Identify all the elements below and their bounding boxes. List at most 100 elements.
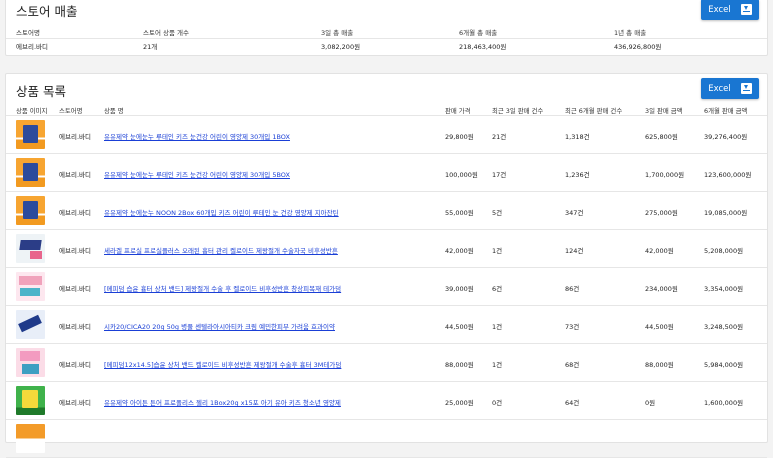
store-name: 에브리.바디 xyxy=(16,43,48,51)
product-thumbnail xyxy=(16,424,45,453)
header-store-name: 스토어명 xyxy=(59,107,83,115)
excel-label: Excel xyxy=(708,83,731,94)
product-list-card: 상품 목록 Excel 상품 이미지 스토어명 상품 명 판매 가격 최근 3일… xyxy=(5,73,768,458)
table-row: 에브리.바디 시카20/CICA20 20g 50g 병풀 센텔라아시아티카 크림… xyxy=(6,306,767,344)
store-sales-header: 스토어명 스토어 상품 개수 3일 총 매출 6개월 총 매출 1년 총 매출 xyxy=(6,27,767,39)
row-store-name: 에브리.바디 xyxy=(59,171,91,179)
row-store-name: 에브리.바디 xyxy=(59,323,91,331)
thumbnail-shape xyxy=(23,125,38,143)
row-sales-3d: 1건 xyxy=(492,361,503,369)
row-sales-6m: 73건 xyxy=(565,323,580,331)
header-product-image: 상품 이미지 xyxy=(16,107,48,115)
product-name-link[interactable]: 유유제약 눈에눈누 루테인 키즈 눈건강 어린이 영양제 30개입 5BOX xyxy=(104,169,290,179)
row-store-name: 에브리.바디 xyxy=(59,361,91,369)
row-sales-3d: 5건 xyxy=(492,209,503,217)
row-price: 44,500원 xyxy=(445,323,474,331)
row-store-name: 에브리.바디 xyxy=(59,285,91,293)
row-price: 42,000원 xyxy=(445,247,474,255)
header-product-count: 스토어 상품 개수 xyxy=(143,29,189,37)
table-row: 에브리.바디 유유제약 아이튼 튼어 프로폴리스 젤리 1Box20g x15포 … xyxy=(6,382,767,420)
thumbnail-shape xyxy=(22,364,39,374)
thumbnail-shape xyxy=(18,314,42,333)
thumbnail-shape xyxy=(30,251,42,259)
thumbnail-shape xyxy=(20,351,40,361)
row-sales-6m: 1,318건 xyxy=(565,133,590,141)
product-thumbnail xyxy=(16,272,45,301)
row-sales-3d: 1건 xyxy=(492,323,503,331)
row-amount-6m: 39,276,400원 xyxy=(704,133,748,141)
store-sales-title: 스토어 매출 xyxy=(16,4,78,19)
product-thumbnail xyxy=(16,158,45,187)
row-amount-3d: 1,700,000원 xyxy=(645,171,685,179)
table-row: 에브리.바디 유유제약 눈에눈누 루테인 키즈 눈건강 어린이 영양제 30개입 … xyxy=(6,154,767,192)
table-row: 에브리.바디 유유제약 눈에눈누 NOON 2Box 60개입 키즈 어린이 루테… xyxy=(6,192,767,230)
row-price: 100,000원 xyxy=(445,171,478,179)
row-sales-3d: 6건 xyxy=(492,285,503,293)
row-store-name: 에브리.바디 xyxy=(59,399,91,407)
product-name-link[interactable]: [메피덤12x14.5]습윤 상처 밴드 켈로이드 비후성반흔 제왕절개 수술후… xyxy=(104,359,341,369)
thumbnail-shape xyxy=(23,201,38,219)
row-price: 88,000원 xyxy=(445,361,474,369)
row-amount-3d: 0원 xyxy=(645,399,656,407)
header-product-name: 상품 명 xyxy=(104,107,124,115)
product-thumbnail xyxy=(16,196,45,225)
row-price: 29,800원 xyxy=(445,133,474,141)
row-amount-3d: 625,800원 xyxy=(645,133,678,141)
header-1y-sales: 1년 총 매출 xyxy=(614,29,647,37)
store-sales-row: 에브리.바디 21개 3,082,200원 218,463,400원 436,9… xyxy=(6,41,767,53)
download-icon xyxy=(740,4,752,15)
product-thumbnail xyxy=(16,310,45,339)
store-sales-excel-button[interactable]: Excel xyxy=(701,0,759,20)
table-row: 에브리.바디 [메피덤 습윤 흉터 상처 밴드] 제왕절개 수술 후 켈로이드 비… xyxy=(6,268,767,306)
table-row: 에브리.바디 [메피덤12x14.5]습윤 상처 밴드 켈로이드 비후성반흔 제왕… xyxy=(6,344,767,382)
row-amount-3d: 44,500원 xyxy=(645,323,674,331)
product-name-link[interactable]: 시카20/CICA20 20g 50g 병풀 센텔라아시아티카 크림 예민한피부… xyxy=(104,321,335,331)
header-price: 판매 가격 xyxy=(445,107,471,115)
product-name-link[interactable]: 유유제약 눈에눈누 NOON 2Box 60개입 키즈 어린이 루테인 눈 건강… xyxy=(104,207,339,217)
row-sales-6m: 64건 xyxy=(565,399,580,407)
thumbnail-shape xyxy=(22,390,38,408)
product-list-excel-button[interactable]: Excel xyxy=(701,78,759,99)
row-sales-6m: 347건 xyxy=(565,209,584,217)
product-name-link[interactable]: 유유제약 아이튼 튼어 프로폴리스 젤리 1Box20g x15포 아기 유아 … xyxy=(104,397,341,407)
product-name-link[interactable]: [메피덤 습윤 흉터 상처 밴드] 제왕절개 수술 후 켈로이드 비후성반흔 창… xyxy=(104,283,341,293)
product-name-link[interactable]: 세라겔 프로실 프로실플러스 오래된 흉터 관리 켈로이드 제왕절개 수술자국 … xyxy=(104,245,338,255)
header-sales-3d: 최근 3일 판매 건수 xyxy=(492,107,544,115)
row-store-name: 에브리.바디 xyxy=(59,247,91,255)
thumbnail-shape xyxy=(20,288,40,296)
header-amount-6m: 6개월 판매 금액 xyxy=(704,107,748,115)
row-sales-6m: 124건 xyxy=(565,247,584,255)
row-sales-3d: 0건 xyxy=(492,399,503,407)
row-amount-6m: 123,600,000원 xyxy=(704,171,752,179)
row-sales-3d: 1건 xyxy=(492,247,503,255)
row-amount-3d: 88,000원 xyxy=(645,361,674,369)
row-store-name: 에브리.바디 xyxy=(59,133,91,141)
row-sales-6m: 68건 xyxy=(565,361,580,369)
row-amount-6m: 1,600,000원 xyxy=(704,399,744,407)
row-amount-3d: 42,000원 xyxy=(645,247,674,255)
download-icon xyxy=(740,83,752,94)
row-price: 25,000원 xyxy=(445,399,474,407)
product-name-link[interactable]: 유유제약 눈에눈누 루테인 키즈 눈건강 어린이 영양제 30개입 1BOX xyxy=(104,131,290,141)
row-price: 39,000원 xyxy=(445,285,474,293)
product-thumbnail xyxy=(16,234,45,263)
table-row: 에브리.바디 세라겔 프로실 프로실플러스 오래된 흉터 관리 켈로이드 제왕절개… xyxy=(6,230,767,268)
row-amount-6m: 5,984,000원 xyxy=(704,361,744,369)
sales-3d: 3,082,200원 xyxy=(321,43,361,51)
row-amount-3d: 234,000원 xyxy=(645,285,678,293)
row-store-name: 에브리.바디 xyxy=(59,209,91,217)
product-thumbnail xyxy=(16,386,45,415)
row-sales-3d: 17건 xyxy=(492,171,507,179)
header-3d-sales: 3일 총 매출 xyxy=(321,29,354,37)
product-thumbnail xyxy=(16,348,45,377)
header-store-name: 스토어명 xyxy=(16,29,40,37)
row-sales-3d: 21건 xyxy=(492,133,507,141)
row-amount-3d: 275,000원 xyxy=(645,209,678,217)
table-row-partial xyxy=(6,420,767,458)
sales-6m: 218,463,400원 xyxy=(459,43,507,51)
row-price: 55,000원 xyxy=(445,209,474,217)
row-sales-6m: 1,236건 xyxy=(565,171,590,179)
header-amount-3d: 3일 판매 금액 xyxy=(645,107,683,115)
row-amount-6m: 5,208,000원 xyxy=(704,247,744,255)
excel-label: Excel xyxy=(708,4,731,15)
